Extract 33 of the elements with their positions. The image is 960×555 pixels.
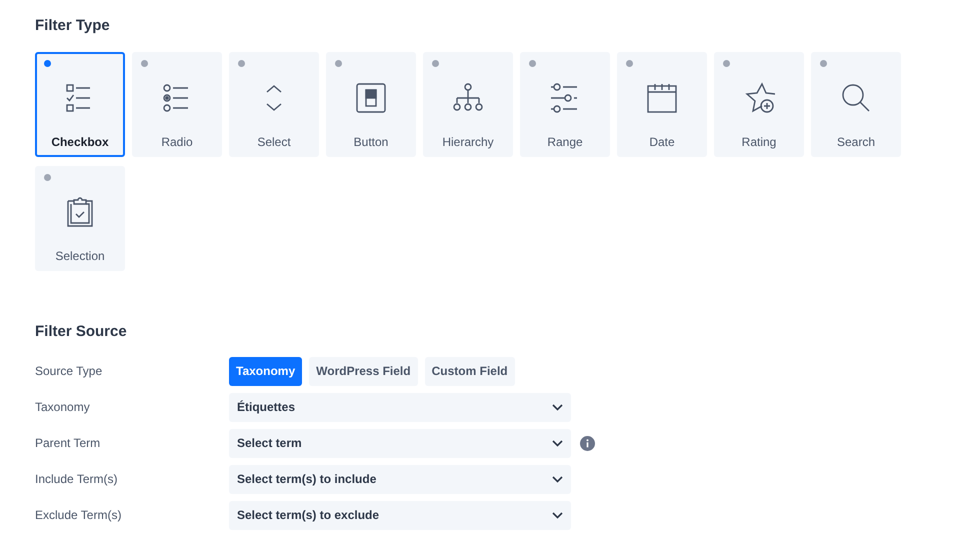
filter-type-tile[interactable]: Selection	[35, 166, 125, 271]
section-heading: Filter Source	[35, 322, 128, 341]
info-icon[interactable]	[580, 436, 595, 450]
filter-type-tile[interactable]: Radio	[132, 52, 222, 157]
source-type-option[interactable]: Custom Field	[424, 356, 515, 386]
chevron-down-icon	[552, 512, 563, 518]
select-dropdown[interactable]: Select term(s) to include	[229, 464, 571, 494]
select-dropdown[interactable]: Étiquettes	[229, 392, 571, 422]
select-dropdown[interactable]: Select term(s) to exclude	[229, 500, 571, 530]
filter-type-tile[interactable]: Checkbox	[35, 52, 125, 157]
filter-type-tile[interactable]: Hierarchy	[423, 52, 513, 157]
filter-type-tile[interactable]: Date	[617, 52, 707, 157]
field-label: Taxonomy	[35, 399, 91, 416]
filter-type-tile[interactable]: Select	[229, 52, 319, 157]
section-heading: Filter Type	[35, 16, 111, 35]
filter-type-tile[interactable]: Button	[326, 52, 416, 157]
toggle-button-icon	[355, 82, 387, 114]
field-label: Parent Term	[35, 435, 102, 452]
star-plus-icon	[743, 82, 775, 114]
field-label: Exclude Term(s)	[35, 507, 122, 524]
filter-type-tile[interactable]: Range	[520, 52, 610, 157]
chevron-down-icon	[552, 404, 563, 410]
source-type-option[interactable]: WordPress Field	[309, 356, 418, 386]
chevron-down-icon	[552, 476, 563, 482]
field-label: Include Term(s)	[35, 471, 118, 488]
field-label: Source Type	[35, 363, 104, 380]
filter-type-tile[interactable]: Search	[811, 52, 901, 157]
source-type-option[interactable]: Taxonomy	[229, 356, 302, 386]
calendar-icon	[646, 82, 678, 114]
filter-type-tile[interactable]: Rating	[714, 52, 804, 157]
chevron-down-icon	[552, 440, 563, 446]
select-dropdown[interactable]: Select term	[229, 428, 571, 458]
search-icon	[840, 82, 872, 114]
